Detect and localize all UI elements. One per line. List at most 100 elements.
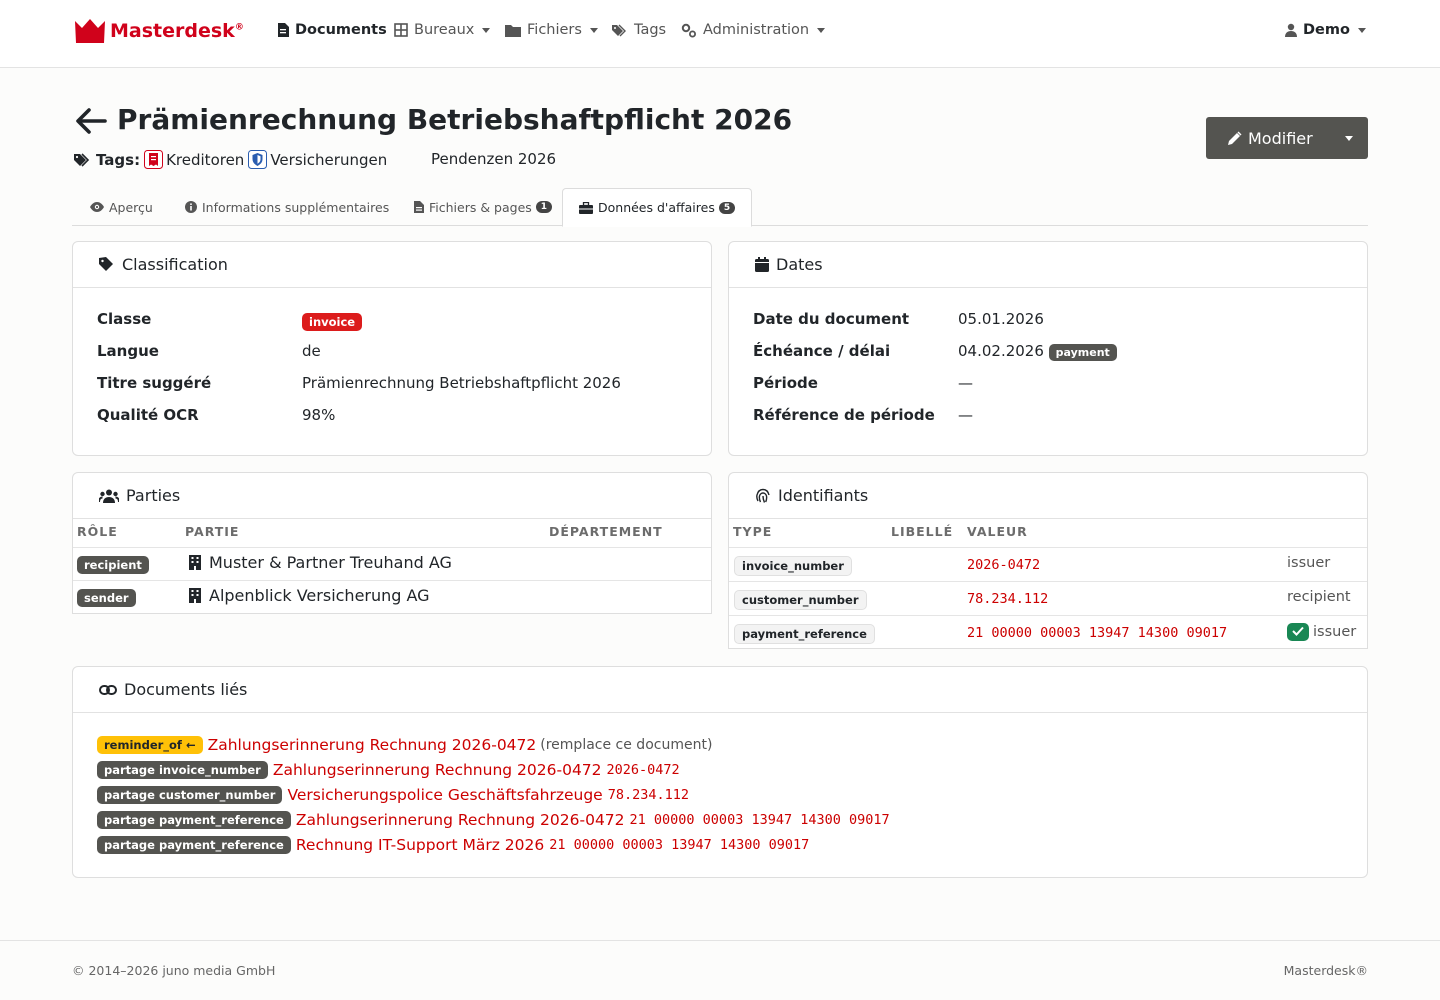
tab-donnees-label: Données d'affaires xyxy=(598,200,715,215)
user-icon xyxy=(1285,23,1297,37)
folder-icon xyxy=(505,24,521,37)
relation-badge: reminder_of ← xyxy=(97,736,203,754)
tab-donnees[interactable]: Données d'affaires 5 xyxy=(562,188,753,227)
identifier-side: issuer xyxy=(1287,555,1331,571)
tags-label: Tags: xyxy=(96,150,141,169)
pencil-icon xyxy=(1228,131,1242,145)
pending-link[interactable]: Pendenzen 2026 xyxy=(431,150,556,168)
titre-value: Prämienrechnung Betriebshaftpflicht 2026 xyxy=(302,374,621,392)
relation-badge: partage customer_number xyxy=(97,786,283,804)
periode-value: — xyxy=(958,374,973,392)
role-badge: sender xyxy=(77,589,136,607)
col-role: RÔLE xyxy=(77,524,118,539)
linked-row: partage payment_reference Zahlungserinne… xyxy=(97,811,890,829)
dates-title: Dates xyxy=(776,255,823,274)
col-valeur: VALEUR xyxy=(967,524,1028,539)
shield-icon xyxy=(248,150,268,169)
identifier-type-badge: invoice_number xyxy=(734,556,852,576)
ocr-key: Qualité OCR xyxy=(97,406,199,424)
relation-badge: partage payment_reference xyxy=(97,811,291,829)
calendar-icon xyxy=(755,257,769,272)
chevron-down-icon xyxy=(482,27,491,33)
nav-bureaux-label: Bureaux xyxy=(414,22,475,38)
identifier-value: 2026-0472 xyxy=(967,557,1041,573)
tab-apercu-label: Aperçu xyxy=(109,199,153,215)
briefcase-icon xyxy=(579,201,593,214)
party-name: Alpenblick Versicherung AG xyxy=(209,586,430,605)
linked-document-link[interactable]: Versicherungspolice Geschäftsfahrzeuge xyxy=(287,786,602,804)
identifiants-title: Identifiants xyxy=(778,486,869,505)
linked-document-link[interactable]: Rechnung IT-Support März 2026 xyxy=(296,836,544,854)
edit-button[interactable]: Modifier xyxy=(1206,129,1330,148)
linked-documents-card: Documents liés reminder_of ← Zahlungseri… xyxy=(72,666,1368,878)
tab-donnees-count: 5 xyxy=(718,201,736,214)
col-departement: DÉPARTEMENT xyxy=(549,524,663,539)
file-icon xyxy=(414,201,424,213)
titre-key: Titre suggéré xyxy=(97,374,212,392)
nav-administration[interactable]: Administration xyxy=(681,22,826,38)
linked-ref: 21 00000 00003 13947 14300 09017 xyxy=(629,812,890,828)
identifiants-card: Identifiants TYPE LIBELLÉ VALEUR invoice… xyxy=(728,472,1368,649)
brand[interactable]: Masterdesk® xyxy=(74,17,244,45)
linked-row: reminder_of ← Zahlungserinnerung Rechnun… xyxy=(97,736,712,754)
party-link[interactable]: Alpenblick Versicherung AG xyxy=(189,586,430,605)
back-arrow-icon[interactable] xyxy=(74,106,108,136)
linked-document-link[interactable]: Zahlungserinnerung Rechnung 2026-0472 xyxy=(296,811,625,829)
classification-title: Classification xyxy=(122,255,228,274)
col-libelle: LIBELLÉ xyxy=(891,524,954,539)
building-icon xyxy=(189,588,201,603)
tags-row: Tags: Kreditoren Versicherungen xyxy=(74,150,391,169)
verified-badge xyxy=(1287,623,1309,641)
edit-button-group: Modifier xyxy=(1206,117,1368,159)
linked-note: (remplace ce document) xyxy=(540,737,713,753)
tab-informations-label: Informations supplémentaires xyxy=(202,199,390,215)
relation-badge: partage payment_reference xyxy=(97,836,291,854)
party-name: Muster & Partner Treuhand AG xyxy=(209,553,452,572)
dates-card: Dates Date du document 05.01.2026 Échéan… xyxy=(728,241,1368,456)
reference-periode-value: — xyxy=(958,406,973,424)
tag-kreditoren[interactable]: Kreditoren xyxy=(144,150,244,169)
date-document-value: 05.01.2026 xyxy=(958,310,1044,328)
classification-header: Classification xyxy=(73,242,711,288)
party-link[interactable]: Muster & Partner Treuhand AG xyxy=(189,553,452,572)
link-icon xyxy=(99,684,117,695)
nav-documents[interactable]: Documents xyxy=(277,22,387,38)
linked-document-link[interactable]: Zahlungserinnerung Rechnung 2026-0472 xyxy=(273,761,602,779)
tab-fichiers-label: Fichiers & pages xyxy=(429,199,532,215)
chevron-down-icon xyxy=(589,27,598,33)
footer-copyright: © 2014–2026 juno media GmbH xyxy=(72,963,276,978)
linked-documents-title: Documents liés xyxy=(124,680,248,699)
identifier-type-badge: payment_reference xyxy=(734,624,875,644)
edit-button-label: Modifier xyxy=(1248,128,1313,148)
classe-key: Classe xyxy=(97,310,152,328)
tab-apercu[interactable]: Aperçu xyxy=(90,188,153,226)
parties-header: Parties xyxy=(73,473,711,519)
file-icon xyxy=(278,23,289,37)
tab-informations[interactable]: Informations supplémentaires xyxy=(185,188,389,226)
identifier-value: 21 00000 00003 13947 14300 09017 xyxy=(967,625,1228,641)
grid-icon xyxy=(394,23,408,37)
identifiants-header: Identifiants xyxy=(729,473,1367,519)
linked-document-link[interactable]: Zahlungserinnerung Rechnung 2026-0472 xyxy=(208,736,537,754)
ocr-value: 98% xyxy=(302,406,336,424)
nav-fichiers[interactable]: Fichiers xyxy=(505,22,598,38)
receipt-icon xyxy=(144,150,164,169)
payment-badge: payment xyxy=(1048,344,1117,361)
tab-fichiers[interactable]: Fichiers & pages 1 xyxy=(414,188,553,226)
edit-dropdown-toggle[interactable] xyxy=(1330,117,1368,159)
brand-mark: ® xyxy=(234,22,244,33)
tag-versicherungen[interactable]: Versicherungen xyxy=(248,150,387,169)
col-partie: PARTIE xyxy=(185,524,240,539)
reference-periode-key: Référence de période xyxy=(753,406,935,424)
check-icon xyxy=(1292,626,1304,636)
nav-bureaux[interactable]: Bureaux xyxy=(394,22,491,38)
user-menu[interactable]: Demo xyxy=(1285,22,1366,38)
langue-value: de xyxy=(302,342,321,360)
navbar: Masterdesk® Documents Bureaux Fichiers T… xyxy=(0,0,1440,68)
crown-logo-icon xyxy=(75,19,105,43)
echeance-value: 04.02.2026 xyxy=(958,342,1044,360)
tag-kreditoren-label: Kreditoren xyxy=(166,150,245,169)
nav-tags[interactable]: Tags xyxy=(612,22,666,38)
dates-header: Dates xyxy=(729,242,1367,288)
identifier-side: issuer xyxy=(1313,624,1357,640)
